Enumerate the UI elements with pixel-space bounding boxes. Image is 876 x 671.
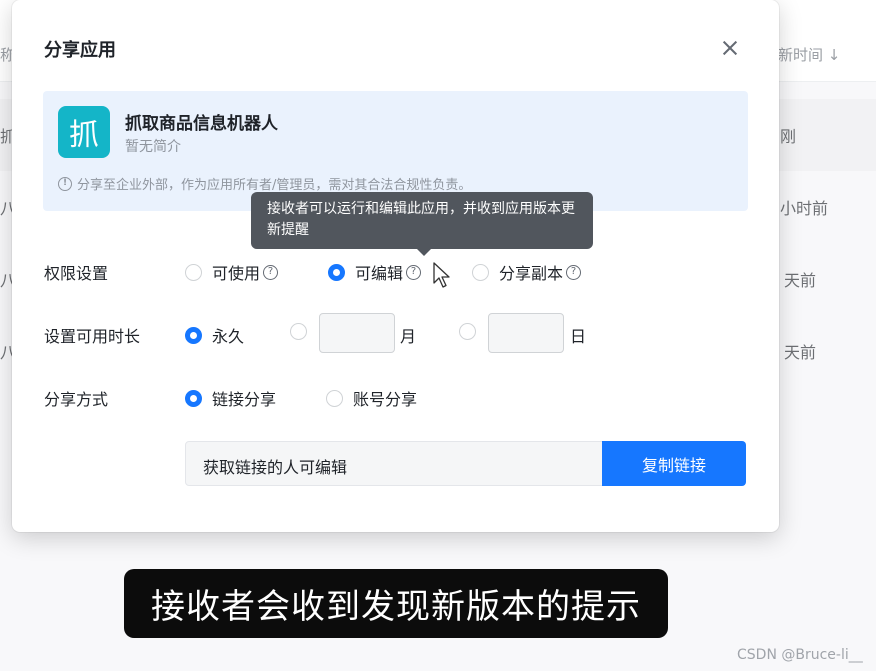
permission-option-copy[interactable]: 分享副本 ? — [472, 260, 582, 284]
duration-option-month[interactable] — [290, 323, 317, 340]
close-icon[interactable] — [718, 36, 742, 60]
month-unit-label: 月 — [400, 327, 417, 346]
question-circle-icon[interactable]: ? — [566, 264, 582, 280]
radio-button[interactable] — [472, 263, 489, 281]
share-link-field[interactable]: 获取链接的人可编辑 — [185, 441, 603, 486]
radio-button[interactable] — [185, 326, 202, 344]
question-circle-icon[interactable]: ? — [406, 264, 422, 280]
app-description: 暂无简介 — [125, 139, 181, 155]
share-method-label: 分享方式 — [44, 390, 109, 409]
dialog-title: 分享应用 — [44, 40, 116, 61]
duration-option-forever[interactable]: 永久 — [185, 323, 244, 347]
radio-button[interactable] — [328, 263, 345, 281]
app-name: 抓取商品信息机器人 — [125, 114, 278, 134]
option-label: 可编辑 — [355, 264, 404, 283]
info-icon: ! — [58, 176, 72, 191]
month-count-input[interactable] — [319, 313, 395, 353]
share-method-link[interactable]: 链接分享 — [185, 386, 276, 410]
day-unit-label: 日 — [570, 327, 587, 346]
compliance-notice-text: 分享至企业外部，作为应用所有者/管理员，需对其合法合规性负责。 — [77, 178, 472, 193]
permission-label: 权限设置 — [44, 264, 109, 283]
option-label: 链接分享 — [212, 390, 277, 409]
tooltip-arrow — [417, 249, 431, 256]
duration-label: 设置可用时长 — [44, 327, 141, 346]
radio-button[interactable] — [459, 323, 476, 340]
radio-button[interactable] — [185, 263, 202, 281]
watermark: CSDN @Bruce-li__ — [737, 647, 863, 663]
radio-button[interactable] — [185, 389, 202, 407]
share-app-dialog: 分享应用 抓 抓取商品信息机器人 暂无简介 ! 分享至企业外部，作为应用所有者/… — [12, 0, 779, 532]
day-count-input[interactable] — [488, 313, 564, 353]
permission-option-use[interactable]: 可使用 ? — [185, 260, 279, 284]
share-method-account[interactable]: 账号分享 — [326, 386, 417, 410]
radio-button[interactable] — [290, 323, 307, 340]
app-icon: 抓 — [58, 106, 110, 158]
duration-option-day[interactable] — [459, 323, 486, 340]
option-label: 可使用 — [212, 264, 261, 283]
option-label: 分享副本 — [499, 264, 564, 283]
radio-button[interactable] — [326, 389, 343, 407]
video-subtitle: 接收者会收到发现新版本的提示 — [124, 569, 668, 638]
question-circle-icon[interactable]: ? — [263, 264, 279, 280]
permission-tooltip: 接收者可以运行和编辑此应用，并收到应用版本更新提醒 — [251, 192, 593, 249]
compliance-notice: ! 分享至企业外部，作为应用所有者/管理员，需对其合法合规性负责。 — [58, 174, 471, 193]
option-label: 永久 — [212, 327, 245, 346]
option-label: 账号分享 — [353, 390, 418, 409]
mouse-pointer-icon — [433, 262, 450, 288]
permission-option-edit[interactable]: 可编辑 ? — [328, 260, 422, 284]
copy-link-button[interactable]: 复制链接 — [602, 441, 746, 486]
